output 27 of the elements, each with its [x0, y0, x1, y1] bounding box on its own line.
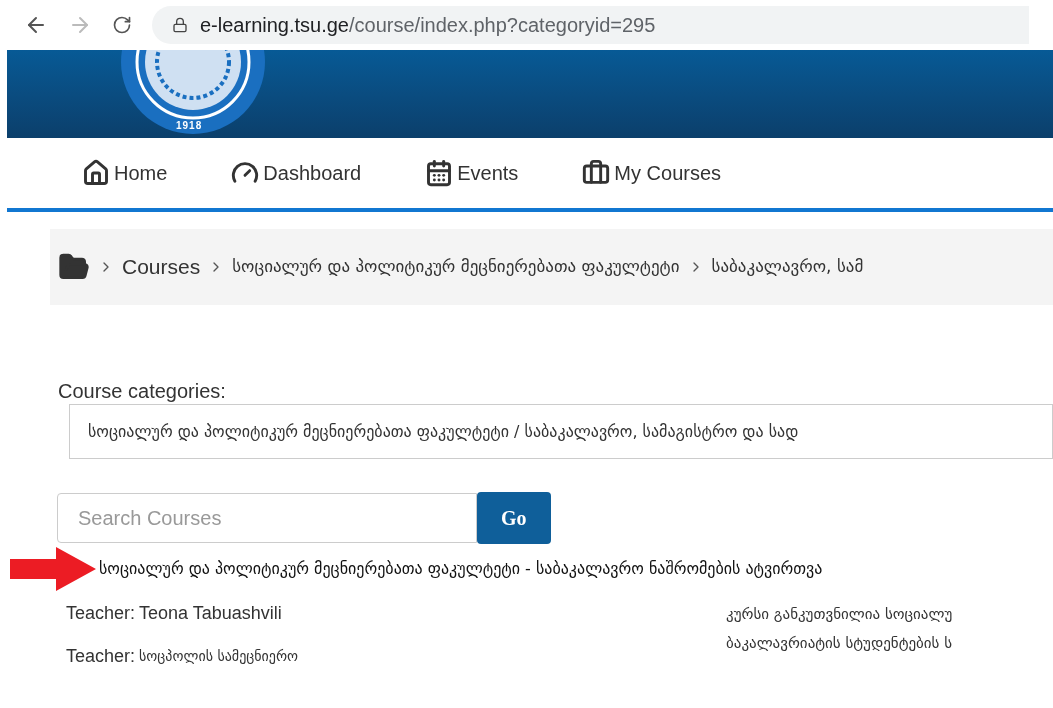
go-button[interactable]: Go	[477, 492, 551, 544]
category-select[interactable]: სოციალურ და პოლიტიკურ მეცნიერებათა ფაკულტეტი / საბაკალავრო, სამაგისტრო და სად	[69, 404, 1053, 459]
breadcrumb-link[interactable]: საბაკალავრო, სამ	[711, 254, 864, 280]
teacher-link[interactable]: Teona Tabuashvili	[139, 601, 282, 625]
reload-icon[interactable]	[112, 15, 132, 35]
address-bar[interactable]: e-learning.tsu.ge/course/index.php?categoryid=295	[152, 6, 1029, 44]
search-field[interactable]: Search Courses	[57, 493, 477, 543]
course-title-link[interactable]: სოციალურ და პოლიტიკურ მეცნიერებათა ფაკულტეტი - საბაკალავრო ნაშრომების ატვირთვა	[99, 557, 823, 581]
summary-text: ბაკალავრიატის სტუდენტების ს	[726, 632, 953, 654]
nav-link[interactable]: My Courses	[582, 158, 722, 188]
home-icon	[82, 159, 110, 187]
nav-link[interactable]: Dashboard	[231, 158, 362, 188]
calendar-icon	[425, 159, 454, 187]
teacher-link[interactable]: სოცპოლის სამეცნიერო	[139, 644, 299, 668]
nav-link[interactable]: Events	[425, 158, 519, 188]
summary-text: კურსი განკუთვნილია სოციალუ	[726, 604, 953, 625]
breadcrumb-link[interactable]: სოციალურ და პოლიტიკურ მეცნიერებათა ფაკულტეტი	[232, 254, 680, 280]
seal-year: 1918	[176, 120, 203, 132]
teacher-label: Teacher:	[66, 602, 136, 625]
lock-icon	[172, 17, 188, 33]
briefcase-icon	[582, 159, 611, 187]
url-text: e-learning.tsu.ge/course/index.php?categoryid=295	[200, 13, 656, 38]
breadcrumb-link[interactable]: Courses	[122, 251, 201, 283]
field-label: Course categories:	[58, 379, 227, 403]
nav-link[interactable]: Home	[82, 158, 168, 188]
arrow-icon	[10, 547, 96, 591]
teacher-label: Teacher:	[66, 645, 136, 668]
